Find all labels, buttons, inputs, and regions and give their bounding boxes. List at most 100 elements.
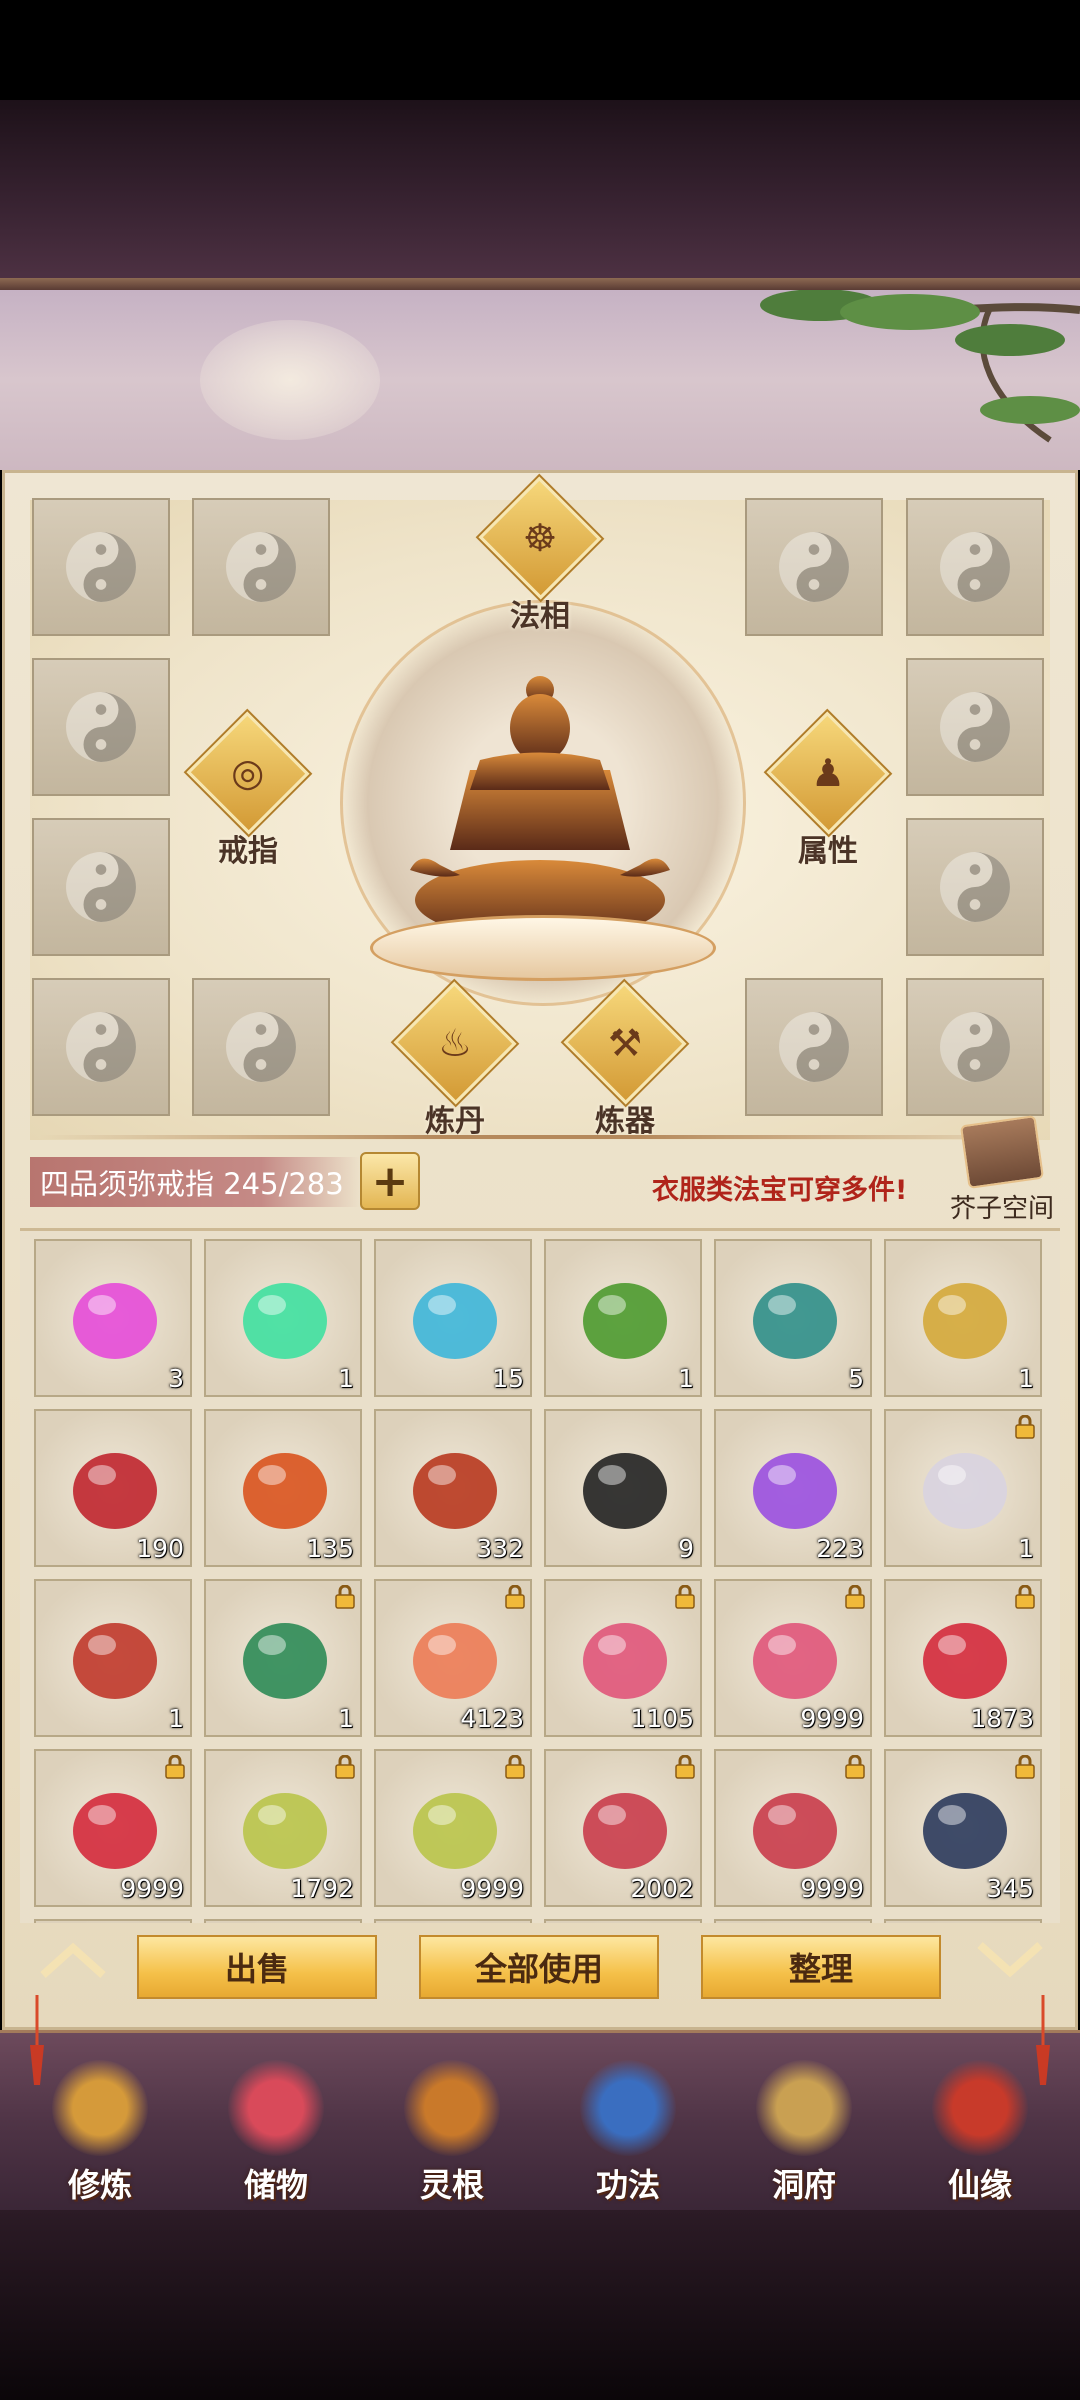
immortal-gourd-icon bbox=[932, 2060, 1028, 2156]
inventory-slot[interactable]: 1 bbox=[884, 1239, 1042, 1397]
equip-slot[interactable] bbox=[906, 658, 1044, 796]
item-quantity: 9 bbox=[678, 1534, 694, 1563]
item-quantity: 345 bbox=[986, 1874, 1034, 1903]
sell-button[interactable]: 出售 bbox=[137, 1935, 377, 1999]
equip-slot[interactable] bbox=[32, 978, 170, 1116]
moon-glow bbox=[200, 320, 380, 440]
nav-item-spirit-root[interactable]: 灵根 bbox=[387, 2060, 517, 2230]
lock-icon bbox=[1015, 1415, 1035, 1439]
inventory-slot[interactable] bbox=[544, 1919, 702, 1923]
teal-tree-icon bbox=[753, 1283, 837, 1359]
equip-slot[interactable] bbox=[192, 498, 330, 636]
inventory-slot[interactable]: 9999 bbox=[374, 1749, 532, 1907]
inventory-slot[interactable]: 1 bbox=[34, 1579, 192, 1737]
forge-button[interactable]: ⚒ 炼器 bbox=[563, 981, 687, 1140]
nav-item-immortal-gourd[interactable]: 仙缘 bbox=[915, 2060, 1045, 2230]
inventory-slot[interactable]: 1 bbox=[204, 1239, 362, 1397]
nav-label: 洞府 bbox=[771, 2166, 836, 2204]
equip-slot[interactable] bbox=[906, 818, 1044, 956]
inventory-slot[interactable]: 9999 bbox=[714, 1749, 872, 1907]
inventory-slot[interactable]: 1873 bbox=[884, 1579, 1042, 1737]
inventory-slot[interactable]: 190 bbox=[34, 1409, 192, 1567]
nav-items: 修炼 储物 灵根 功法 洞府 仙缘 bbox=[35, 2060, 1045, 2230]
nav-item-cave-palace[interactable]: 洞府 bbox=[739, 2060, 869, 2230]
inventory-slot[interactable]: 223 bbox=[714, 1409, 872, 1567]
faxiang-button[interactable]: ☸ 法相 bbox=[478, 476, 602, 635]
inventory-slot[interactable]: 1792 bbox=[204, 1749, 362, 1907]
lock-icon bbox=[335, 1755, 355, 1779]
item-quantity: 1873 bbox=[970, 1704, 1034, 1733]
equip-slot[interactable] bbox=[906, 978, 1044, 1116]
scroll-up-icon[interactable] bbox=[38, 1940, 108, 1980]
inventory-slot[interactable]: 5 bbox=[714, 1239, 872, 1397]
inventory-slot[interactable]: 3 bbox=[34, 1239, 192, 1397]
nav-item-skill-book[interactable]: 功法 bbox=[563, 2060, 693, 2230]
lock-icon bbox=[1015, 1585, 1035, 1609]
item-quantity: 1 bbox=[678, 1364, 694, 1393]
inventory-slot[interactable]: 4123 bbox=[374, 1579, 532, 1737]
alchemy-button[interactable]: ♨ 炼丹 bbox=[393, 981, 517, 1140]
arrange-button[interactable]: 整理 bbox=[701, 1935, 941, 1999]
inventory-slot[interactable]: 1 bbox=[204, 1579, 362, 1737]
inventory-slot[interactable]: 15 bbox=[374, 1239, 532, 1397]
item-quantity: 4123 bbox=[460, 1704, 524, 1733]
red-robe-icon bbox=[73, 1623, 157, 1699]
inventory-slot[interactable]: 332 bbox=[374, 1409, 532, 1567]
inventory-slot[interactable] bbox=[34, 1919, 192, 1923]
yin-yang-icon bbox=[779, 1012, 849, 1082]
inventory-slot[interactable] bbox=[204, 1919, 362, 1923]
use-all-button[interactable]: 全部使用 bbox=[419, 1935, 659, 1999]
inventory-slot[interactable]: 2002 bbox=[544, 1749, 702, 1907]
attribute-button[interactable]: ♟ 属性 bbox=[766, 711, 890, 870]
skill-book-icon bbox=[580, 2060, 676, 2156]
header-backdrop bbox=[0, 100, 1080, 285]
item-quantity: 3 bbox=[168, 1364, 184, 1393]
lock-icon bbox=[845, 1585, 865, 1609]
item-quantity: 9999 bbox=[460, 1874, 524, 1903]
equip-slot[interactable] bbox=[32, 658, 170, 796]
equip-slot[interactable] bbox=[906, 498, 1044, 636]
inventory-slot[interactable]: 1 bbox=[544, 1239, 702, 1397]
red-teapot-icon bbox=[413, 1453, 497, 1529]
spirit-root-icon bbox=[404, 2060, 500, 2156]
lotus-fruit-icon bbox=[243, 1793, 327, 1869]
item-quantity: 15 bbox=[492, 1364, 524, 1393]
silver-armor-icon bbox=[923, 1453, 1007, 1529]
storage-bag-icon bbox=[228, 2060, 324, 2156]
cauldron-icon: ♨ bbox=[437, 1020, 473, 1065]
inventory-slot[interactable]: 135 bbox=[204, 1409, 362, 1567]
treasure-chest-icon bbox=[959, 1115, 1045, 1189]
equip-slot[interactable] bbox=[32, 818, 170, 956]
inventory-slot[interactable]: 9 bbox=[544, 1409, 702, 1567]
capacity-label: 四品须弥戒指 245/283 bbox=[40, 1167, 344, 1201]
yin-yang-icon bbox=[940, 852, 1010, 922]
lock-icon bbox=[1015, 1755, 1035, 1779]
phoenix-feather-icon bbox=[243, 1453, 327, 1529]
expand-capacity-button[interactable]: + bbox=[360, 1152, 420, 1210]
nav-item-cultivate[interactable]: 修炼 bbox=[35, 2060, 165, 2230]
equip-slot[interactable] bbox=[745, 978, 883, 1116]
ring-icon: ◎ bbox=[231, 750, 265, 795]
equip-slot[interactable] bbox=[192, 978, 330, 1116]
mustard-space-button[interactable]: 芥子空间 bbox=[942, 1115, 1062, 1230]
raspberry-icon bbox=[73, 1793, 157, 1869]
pink-fruit-icon bbox=[583, 1623, 667, 1699]
inventory-slot[interactable]: 1105 bbox=[544, 1579, 702, 1737]
scroll-down-icon[interactable] bbox=[975, 1940, 1045, 1980]
inventory-slot[interactable]: 345 bbox=[884, 1749, 1042, 1907]
equip-slot[interactable] bbox=[32, 498, 170, 636]
inventory-slot[interactable] bbox=[374, 1919, 532, 1923]
inventory-slot[interactable]: 9999 bbox=[34, 1749, 192, 1907]
yin-yang-compass-icon bbox=[923, 1793, 1007, 1869]
inventory-slot[interactable]: 1 bbox=[884, 1409, 1042, 1567]
inventory-slot[interactable] bbox=[714, 1919, 872, 1923]
item-quantity: 1 bbox=[338, 1704, 354, 1733]
inventory-slot[interactable]: 9999 bbox=[714, 1579, 872, 1737]
lock-icon bbox=[505, 1585, 525, 1609]
red-crystal-icon bbox=[73, 1453, 157, 1529]
ring-button[interactable]: ◎ 戒指 bbox=[186, 711, 310, 870]
equip-slot[interactable] bbox=[745, 498, 883, 636]
item-quantity: 223 bbox=[816, 1534, 864, 1563]
inventory-slot[interactable] bbox=[884, 1919, 1042, 1923]
nav-item-storage-bag[interactable]: 储物 bbox=[211, 2060, 341, 2230]
